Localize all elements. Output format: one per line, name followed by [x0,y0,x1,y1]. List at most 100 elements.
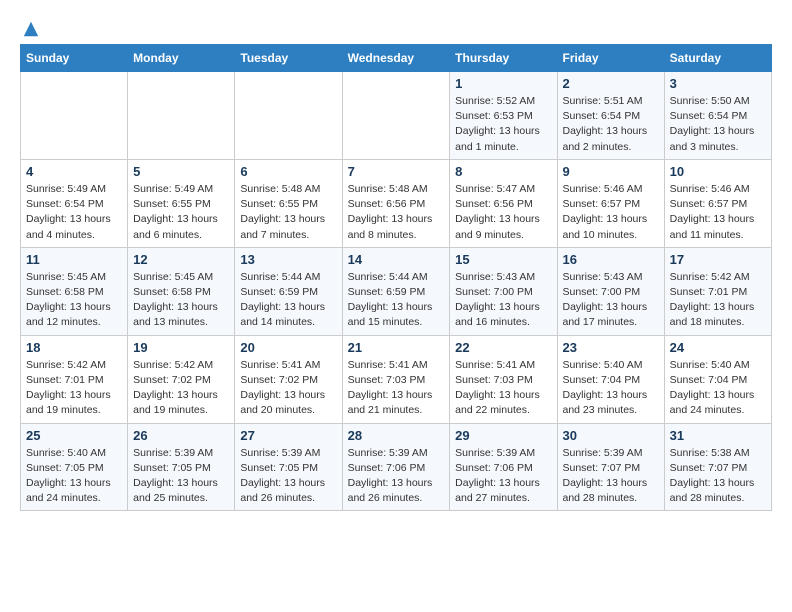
day-info: Sunrise: 5:41 AM Sunset: 7:03 PM Dayligh… [455,358,551,419]
day-number: 19 [133,340,229,355]
day-info: Sunrise: 5:48 AM Sunset: 6:55 PM Dayligh… [240,182,336,243]
calendar-cell: 18 Sunrise: 5:42 AM Sunset: 7:01 PM Dayli… [21,335,128,423]
day-number: 15 [455,252,551,267]
day-number: 22 [455,340,551,355]
day-info: Sunrise: 5:42 AM Sunset: 7:01 PM Dayligh… [26,358,122,419]
calendar-cell: 21 Sunrise: 5:41 AM Sunset: 7:03 PM Dayli… [342,335,450,423]
day-number: 4 [26,164,122,179]
day-number: 10 [670,164,766,179]
day-number: 6 [240,164,336,179]
day-info: Sunrise: 5:40 AM Sunset: 7:04 PM Dayligh… [563,358,659,419]
day-info: Sunrise: 5:49 AM Sunset: 6:54 PM Dayligh… [26,182,122,243]
day-info: Sunrise: 5:42 AM Sunset: 7:01 PM Dayligh… [670,270,766,331]
calendar-cell: 27 Sunrise: 5:39 AM Sunset: 7:05 PM Dayli… [235,423,342,511]
weekday-header: Friday [557,45,664,72]
calendar-cell: 22 Sunrise: 5:41 AM Sunset: 7:03 PM Dayli… [450,335,557,423]
weekday-header-row: SundayMondayTuesdayWednesdayThursdayFrid… [21,45,772,72]
day-info: Sunrise: 5:44 AM Sunset: 6:59 PM Dayligh… [348,270,445,331]
day-number: 20 [240,340,336,355]
calendar-cell: 30 Sunrise: 5:39 AM Sunset: 7:07 PM Dayli… [557,423,664,511]
day-info: Sunrise: 5:47 AM Sunset: 6:56 PM Dayligh… [455,182,551,243]
calendar-cell: 24Sunrise: 5:40 AM Sunset: 7:04 PM Dayli… [664,335,771,423]
day-info: Sunrise: 5:44 AM Sunset: 6:59 PM Dayligh… [240,270,336,331]
day-number: 13 [240,252,336,267]
day-info: Sunrise: 5:43 AM Sunset: 7:00 PM Dayligh… [563,270,659,331]
day-info: Sunrise: 5:39 AM Sunset: 7:06 PM Dayligh… [455,446,551,507]
calendar-cell: 28 Sunrise: 5:39 AM Sunset: 7:06 PM Dayli… [342,423,450,511]
day-info: Sunrise: 5:45 AM Sunset: 6:58 PM Dayligh… [133,270,229,331]
day-number: 7 [348,164,445,179]
day-number: 18 [26,340,122,355]
calendar-cell: 5 Sunrise: 5:49 AM Sunset: 6:55 PM Daylig… [128,159,235,247]
weekday-header: Monday [128,45,235,72]
calendar-cell: 8Sunrise: 5:47 AM Sunset: 6:56 PM Daylig… [450,159,557,247]
day-info: Sunrise: 5:41 AM Sunset: 7:03 PM Dayligh… [348,358,445,419]
calendar-cell [235,72,342,160]
calendar-cell: 9Sunrise: 5:46 AM Sunset: 6:57 PM Daylig… [557,159,664,247]
calendar-cell: 3Sunrise: 5:50 AM Sunset: 6:54 PM Daylig… [664,72,771,160]
calendar-cell: 16 Sunrise: 5:43 AM Sunset: 7:00 PM Dayli… [557,247,664,335]
calendar-cell: 31 Sunrise: 5:38 AM Sunset: 7:07 PM Dayli… [664,423,771,511]
calendar-cell: 14Sunrise: 5:44 AM Sunset: 6:59 PM Dayli… [342,247,450,335]
logo [20,20,40,34]
day-number: 12 [133,252,229,267]
calendar-cell: 20Sunrise: 5:41 AM Sunset: 7:02 PM Dayli… [235,335,342,423]
day-number: 1 [455,76,551,91]
calendar-cell: 17Sunrise: 5:42 AM Sunset: 7:01 PM Dayli… [664,247,771,335]
weekday-header: Saturday [664,45,771,72]
calendar-cell [128,72,235,160]
calendar-cell: 10 Sunrise: 5:46 AM Sunset: 6:57 PM Dayli… [664,159,771,247]
day-number: 11 [26,252,122,267]
day-info: Sunrise: 5:46 AM Sunset: 6:57 PM Dayligh… [670,182,766,243]
day-number: 26 [133,428,229,443]
calendar-cell: 1 Sunrise: 5:52 AM Sunset: 6:53 PM Daylig… [450,72,557,160]
calendar-cell [342,72,450,160]
day-number: 31 [670,428,766,443]
day-info: Sunrise: 5:49 AM Sunset: 6:55 PM Dayligh… [133,182,229,243]
day-info: Sunrise: 5:46 AM Sunset: 6:57 PM Dayligh… [563,182,659,243]
day-number: 21 [348,340,445,355]
day-number: 28 [348,428,445,443]
calendar-week-row: 18 Sunrise: 5:42 AM Sunset: 7:01 PM Dayli… [21,335,772,423]
day-number: 23 [563,340,659,355]
calendar-week-row: 11 Sunrise: 5:45 AM Sunset: 6:58 PM Dayli… [21,247,772,335]
day-info: Sunrise: 5:52 AM Sunset: 6:53 PM Dayligh… [455,94,551,155]
day-number: 30 [563,428,659,443]
day-number: 25 [26,428,122,443]
calendar-cell: 4 Sunrise: 5:49 AM Sunset: 6:54 PM Daylig… [21,159,128,247]
day-info: Sunrise: 5:43 AM Sunset: 7:00 PM Dayligh… [455,270,551,331]
day-number: 2 [563,76,659,91]
calendar-cell: 25 Sunrise: 5:40 AM Sunset: 7:05 PM Dayli… [21,423,128,511]
calendar-week-row: 25 Sunrise: 5:40 AM Sunset: 7:05 PM Dayli… [21,423,772,511]
weekday-header: Sunday [21,45,128,72]
day-info: Sunrise: 5:39 AM Sunset: 7:06 PM Dayligh… [348,446,445,507]
calendar-cell: 7Sunrise: 5:48 AM Sunset: 6:56 PM Daylig… [342,159,450,247]
calendar-cell: 15 Sunrise: 5:43 AM Sunset: 7:00 PM Dayli… [450,247,557,335]
calendar-cell: 29 Sunrise: 5:39 AM Sunset: 7:06 PM Dayli… [450,423,557,511]
day-info: Sunrise: 5:39 AM Sunset: 7:05 PM Dayligh… [240,446,336,507]
calendar-cell: 26Sunrise: 5:39 AM Sunset: 7:05 PM Dayli… [128,423,235,511]
day-info: Sunrise: 5:42 AM Sunset: 7:02 PM Dayligh… [133,358,229,419]
day-info: Sunrise: 5:50 AM Sunset: 6:54 PM Dayligh… [670,94,766,155]
day-number: 29 [455,428,551,443]
day-number: 16 [563,252,659,267]
logo-icon [22,20,40,38]
weekday-header: Wednesday [342,45,450,72]
day-info: Sunrise: 5:39 AM Sunset: 7:07 PM Dayligh… [563,446,659,507]
calendar-cell: 23 Sunrise: 5:40 AM Sunset: 7:04 PM Dayli… [557,335,664,423]
day-info: Sunrise: 5:40 AM Sunset: 7:05 PM Dayligh… [26,446,122,507]
weekday-header: Tuesday [235,45,342,72]
calendar-cell: 11Sunrise: 5:45 AM Sunset: 6:58 PM Dayli… [21,247,128,335]
day-number: 5 [133,164,229,179]
day-info: Sunrise: 5:51 AM Sunset: 6:54 PM Dayligh… [563,94,659,155]
calendar-week-row: 4 Sunrise: 5:49 AM Sunset: 6:54 PM Daylig… [21,159,772,247]
calendar-week-row: 1 Sunrise: 5:52 AM Sunset: 6:53 PM Daylig… [21,72,772,160]
calendar-cell: 12 Sunrise: 5:45 AM Sunset: 6:58 PM Dayli… [128,247,235,335]
calendar-cell [21,72,128,160]
page-header [20,20,772,34]
day-info: Sunrise: 5:38 AM Sunset: 7:07 PM Dayligh… [670,446,766,507]
day-number: 24 [670,340,766,355]
calendar-table: SundayMondayTuesdayWednesdayThursdayFrid… [20,44,772,511]
day-number: 27 [240,428,336,443]
weekday-header: Thursday [450,45,557,72]
